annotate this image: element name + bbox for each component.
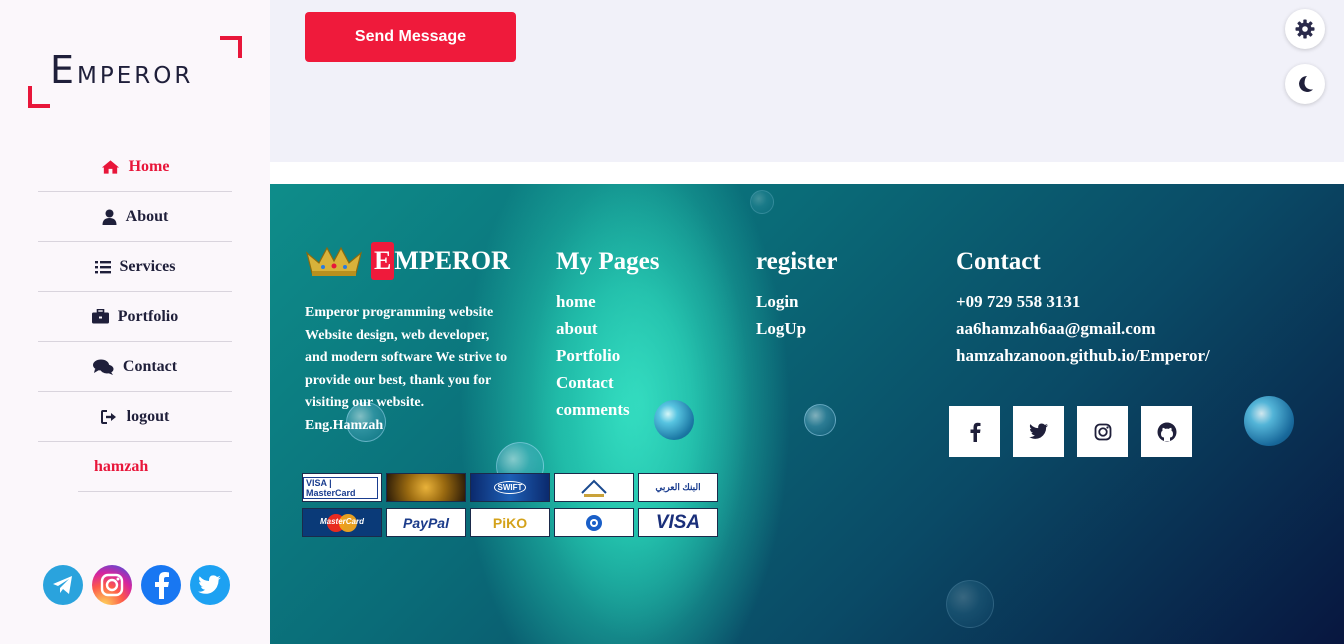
swift-logo: SWIFT xyxy=(470,473,550,502)
footer-brand[interactable]: E MPEROR xyxy=(305,242,510,280)
footer-link-contact[interactable]: Contact xyxy=(556,369,659,396)
footer-facebook-button[interactable] xyxy=(949,406,1000,457)
nav-item-portfolio[interactable]: Portfolio xyxy=(38,292,232,342)
nav-item-contact[interactable]: Contact xyxy=(38,342,232,392)
bubble-decoration xyxy=(1244,396,1294,446)
bubble-decoration xyxy=(946,580,994,628)
nav-item-about[interactable]: About xyxy=(38,192,232,242)
nav-label-portfolio: Portfolio xyxy=(117,307,179,325)
mastercard-logo: MasterCard xyxy=(302,508,382,537)
sidebar: EMPEROR Home About Services Portfolio Co… xyxy=(0,0,270,644)
sidebar-nav: Home About Services Portfolio Contact lo… xyxy=(38,142,232,492)
contact-phone[interactable]: +09 729 558 3131 xyxy=(956,288,1210,315)
nav-item-home[interactable]: Home xyxy=(38,142,232,192)
nav-label-logout: logout xyxy=(126,407,170,425)
footer-my-pages: My Pages home about Portfolio Contact co… xyxy=(556,248,659,423)
instagram-icon xyxy=(1094,423,1111,440)
nav-label-contact: Contact xyxy=(122,357,178,375)
footer-github-button[interactable] xyxy=(1141,406,1192,457)
list-icon xyxy=(94,260,111,273)
footer-signature: Eng.Hamzah xyxy=(305,417,384,433)
nav-label-home: Home xyxy=(128,157,170,175)
user-name: hamzah xyxy=(94,457,149,475)
nav-item-user[interactable]: hamzah xyxy=(78,442,232,492)
nav-label-about: About xyxy=(125,207,169,225)
home-icon xyxy=(101,159,119,174)
arab-bank-logo: البنك العربي xyxy=(638,473,718,502)
facebook-icon[interactable] xyxy=(141,565,181,605)
visa-mastercard-logo: VISA | MasterCard xyxy=(302,473,382,502)
telegram-icon[interactable] xyxy=(43,565,83,605)
crown-icon xyxy=(305,246,363,276)
contact-details: +09 729 558 3131 aa6hamzah6aa@gmail.com … xyxy=(956,288,1210,369)
github-icon xyxy=(1157,422,1176,441)
nav-label-services: Services xyxy=(119,257,176,275)
section-divider xyxy=(270,162,1344,184)
facebook-icon xyxy=(970,422,980,442)
instagram-icon[interactable] xyxy=(92,565,132,605)
bubble-decoration xyxy=(750,190,774,214)
paypal-logo: PayPal xyxy=(386,508,466,537)
footer-brand-e: E xyxy=(371,242,395,280)
footer-description-text: Emperor programming website Website desi… xyxy=(305,305,508,410)
contact-title: Contact xyxy=(956,248,1041,275)
dark-mode-button[interactable] xyxy=(1285,64,1325,104)
visa-logo: VISA xyxy=(638,508,718,537)
moon-icon xyxy=(1299,76,1313,92)
bitcoin-logo xyxy=(386,473,466,502)
footer-description: Emperor programming website Website desi… xyxy=(305,302,515,437)
footer-contact: Contact +09 729 558 3131 aa6hamzah6aa@gm… xyxy=(956,248,1210,369)
footer-link-comments[interactable]: comments xyxy=(556,396,659,423)
footer-link-about[interactable]: about xyxy=(556,315,659,342)
gear-icon xyxy=(1295,19,1315,39)
settings-button[interactable] xyxy=(1285,9,1325,49)
send-message-button[interactable]: Send Message xyxy=(305,12,516,62)
piko-logo: PiKO xyxy=(470,508,550,537)
payment-methods: VISA | MasterCard SWIFT البنك العربي Mas… xyxy=(302,473,718,537)
sidebar-socials xyxy=(43,565,230,605)
logo-corner-top-right xyxy=(220,36,242,58)
bubble-decoration xyxy=(654,400,694,440)
logo[interactable]: EMPEROR xyxy=(28,36,242,108)
contact-email[interactable]: aa6hamzah6aa@gmail.com xyxy=(956,315,1210,342)
footer-register: register Login LogUp xyxy=(756,248,837,342)
logo-corner-bottom-left xyxy=(28,86,50,108)
footer: E MPEROR Emperor programming website Webs… xyxy=(270,184,1344,644)
footer-link-portfolio[interactable]: Portfolio xyxy=(556,342,659,369)
user-icon xyxy=(102,209,117,225)
my-pages-title: My Pages xyxy=(556,248,660,275)
footer-twitter-button[interactable] xyxy=(1013,406,1064,457)
footer-instagram-button[interactable] xyxy=(1077,406,1128,457)
footer-link-logup[interactable]: LogUp xyxy=(756,315,837,342)
footer-brand-text: MPEROR xyxy=(394,246,510,275)
bubble-decoration xyxy=(804,404,836,436)
comments-icon xyxy=(92,359,114,375)
twitter-icon[interactable] xyxy=(190,565,230,605)
bank-logo-2 xyxy=(554,508,634,537)
my-pages-links: home about Portfolio Contact comments xyxy=(556,288,659,423)
nav-item-logout[interactable]: logout xyxy=(38,392,232,442)
bank-logo-1 xyxy=(554,473,634,502)
contact-site[interactable]: hamzahzanoon.github.io/Emperor/ xyxy=(956,342,1210,369)
briefcase-icon xyxy=(91,309,109,324)
footer-link-login[interactable]: Login xyxy=(756,288,837,315)
register-title: register xyxy=(756,248,838,275)
sign-out-icon xyxy=(100,409,116,424)
nav-item-services[interactable]: Services xyxy=(38,242,232,292)
logo-text: EMPEROR xyxy=(50,48,194,92)
twitter-icon xyxy=(1028,423,1048,439)
register-links: Login LogUp xyxy=(756,288,837,342)
footer-link-home[interactable]: home xyxy=(556,288,659,315)
